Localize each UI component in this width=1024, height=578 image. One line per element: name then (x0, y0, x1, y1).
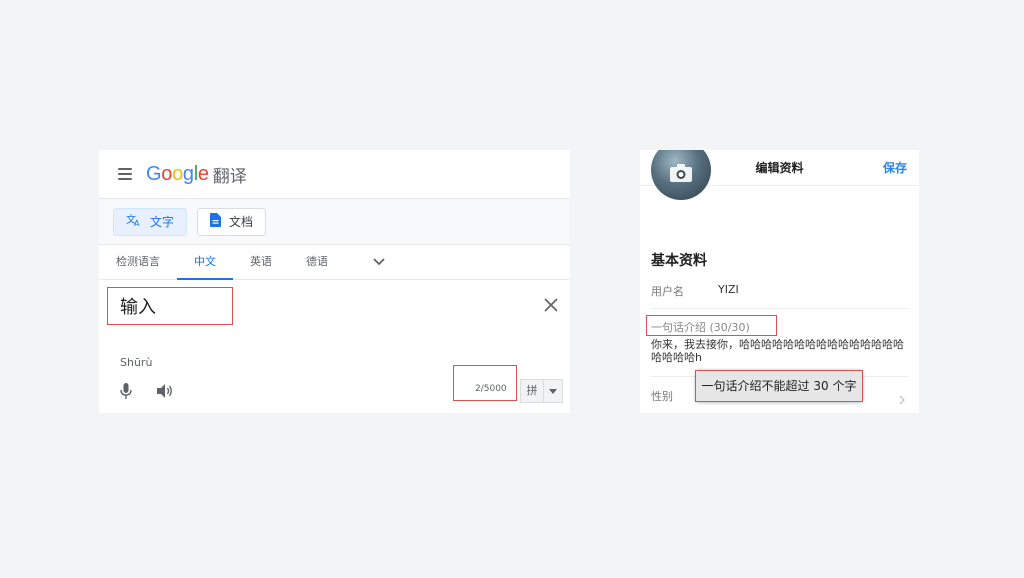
tab-english[interactable]: 英语 (233, 245, 289, 279)
google-logo: Google (146, 162, 209, 185)
document-icon (210, 212, 222, 231)
username-label: 用户名 (651, 285, 684, 298)
gender-label: 性别 (651, 390, 673, 403)
divider (651, 308, 908, 309)
product-name: 翻译 (212, 166, 247, 187)
profile-edit-panel: 编辑资料 保存 基本资料 用户名 YIZI 一句话介绍 (30/30) 你来，我… (640, 150, 919, 413)
section-title: 基本资料 (651, 253, 707, 269)
ime-label: 拼 (521, 380, 544, 402)
tab-german[interactable]: 德语 (289, 245, 345, 279)
source-text-input[interactable]: 输入 (107, 287, 233, 325)
svg-text:A: A (134, 219, 140, 227)
language-tabs: 检测语言 中文 英语 德语 (99, 245, 570, 280)
toast-message: 一句话介绍不能超过 30 个字 (701, 379, 857, 393)
char-count-highlight (453, 365, 517, 401)
chevron-down-icon[interactable] (367, 245, 391, 279)
input-method-selector[interactable]: 拼 (520, 379, 563, 403)
document-mode-button[interactable]: 文档 (197, 207, 267, 236)
intro-label: 一句话介绍 (30/30) (651, 321, 750, 334)
dropdown-arrow-icon (544, 380, 562, 402)
text-mode-button[interactable]: 文A 文字 (113, 207, 188, 236)
chevron-right-icon[interactable] (899, 390, 905, 409)
intro-textarea[interactable]: 你来，我去接你，哈哈哈哈哈哈哈哈哈哈哈哈哈哈哈哈哈哈哈h (651, 338, 911, 364)
avatar[interactable] (651, 150, 711, 200)
menu-icon[interactable] (118, 168, 132, 180)
translate-panel: Google 翻译 文A 文字 文档 检测语言 中文 英语 德语 输入 Shūr… (99, 150, 570, 413)
tab-chinese[interactable]: 中文 (177, 245, 233, 280)
microphone-icon[interactable] (119, 383, 133, 404)
romanization-text: Shūrù (120, 356, 153, 369)
text-mode-label: 文字 (150, 215, 175, 229)
translate-icon: 文A (126, 213, 142, 231)
save-button[interactable]: 保存 (883, 159, 907, 176)
close-icon[interactable] (542, 296, 560, 314)
speaker-icon[interactable] (156, 383, 174, 403)
translate-header: Google 翻译 (99, 150, 570, 199)
char-count: 2/5000 (475, 384, 507, 394)
document-mode-label: 文档 (229, 215, 254, 229)
tab-detect-language[interactable]: 检测语言 (99, 245, 177, 279)
camera-icon (670, 164, 692, 186)
username-value[interactable]: YIZI (718, 283, 739, 296)
mode-bar: 文A 文字 文档 (99, 199, 570, 245)
